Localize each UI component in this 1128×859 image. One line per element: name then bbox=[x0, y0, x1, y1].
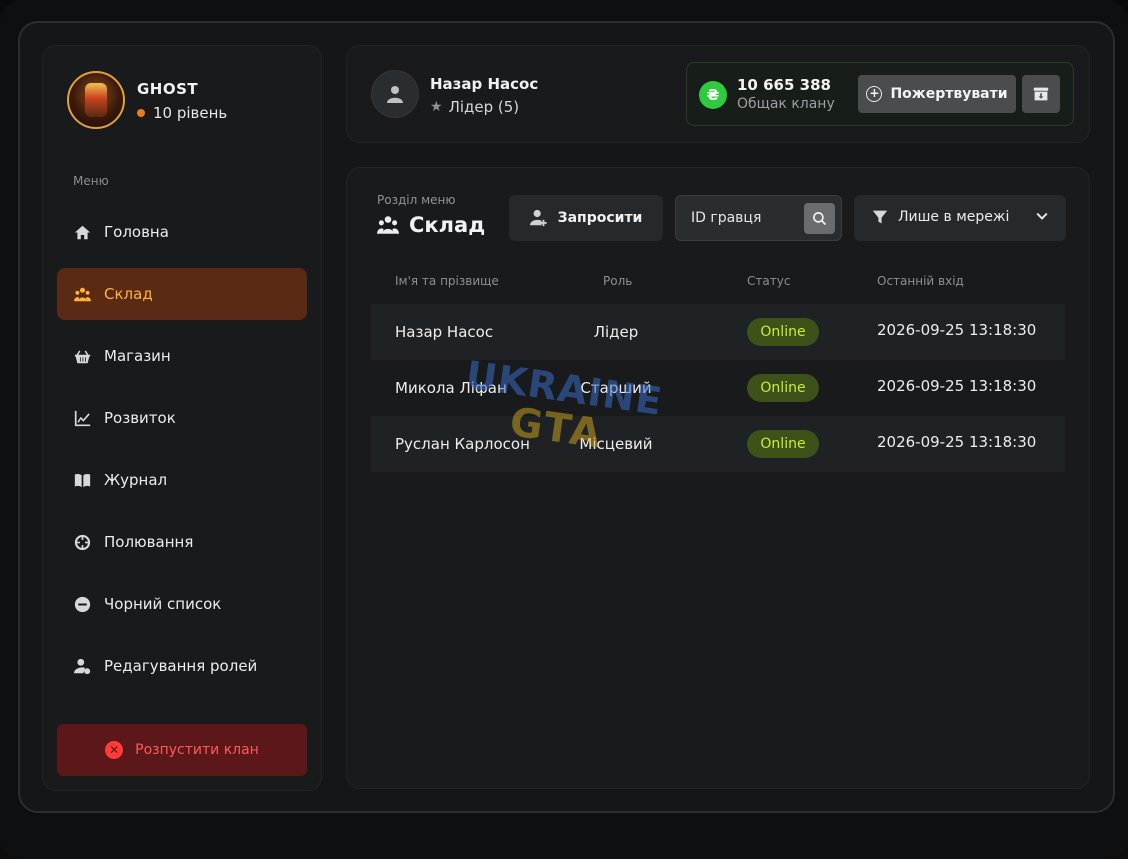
sidebar-item-label: Чорний список bbox=[104, 595, 222, 613]
search-button[interactable] bbox=[804, 203, 835, 234]
table-row[interactable]: Назар Насос Лідер Online 2026-09-25 13:1… bbox=[371, 304, 1065, 360]
sidebar: GHOST 10 рівень Меню Головна Склад Магаз… bbox=[42, 45, 322, 791]
status-badge: Online bbox=[747, 430, 819, 458]
table-row[interactable]: Руслан Карлосон Місцевий Online 2026-09-… bbox=[371, 416, 1065, 472]
member-last-login: 2026-09-25 13:18:30 bbox=[877, 377, 1037, 395]
archive-button[interactable] bbox=[1022, 75, 1060, 113]
user-role: ★ Лідер (5) bbox=[430, 98, 519, 116]
users-icon bbox=[377, 216, 399, 234]
basket-icon bbox=[73, 347, 91, 365]
member-role: Місцевий bbox=[579, 435, 653, 453]
bank-amount: 10 665 388 bbox=[737, 76, 831, 94]
search-input[interactable] bbox=[676, 196, 800, 240]
crosshair-icon bbox=[73, 533, 91, 551]
sidebar-item-label: Редагування ролей bbox=[104, 657, 258, 675]
search-icon bbox=[813, 212, 827, 226]
archive-icon bbox=[1033, 87, 1049, 101]
status-badge: Online bbox=[747, 318, 819, 346]
menu-caption: Меню bbox=[73, 174, 109, 188]
disband-clan-button[interactable]: ✕ Розпустити клан bbox=[57, 724, 307, 776]
home-icon bbox=[73, 223, 91, 241]
clan-bank: ₴ 10 665 388 Общак клану + Пожертвувати bbox=[686, 62, 1074, 126]
sidebar-item-roles[interactable]: Редагування ролей bbox=[57, 640, 307, 692]
chart-line-icon bbox=[73, 409, 91, 427]
chevron-down-icon bbox=[1034, 208, 1050, 224]
user-avatar bbox=[371, 70, 419, 118]
user-name: Назар Насос bbox=[430, 75, 539, 93]
member-name: Руслан Карлосон bbox=[395, 435, 530, 453]
users-icon bbox=[73, 285, 91, 303]
user-role-text: Лідер (5) bbox=[448, 98, 520, 116]
donate-button[interactable]: + Пожертвувати bbox=[858, 75, 1016, 113]
sidebar-item-hunting[interactable]: Полювання bbox=[57, 516, 307, 568]
bank-label: Общак клану bbox=[737, 96, 835, 112]
column-status: Статус bbox=[747, 274, 791, 288]
close-circle-icon: ✕ bbox=[105, 741, 124, 759]
sidebar-item-blacklist[interactable]: Чорний список bbox=[57, 578, 307, 630]
clan-level: 10 рівень bbox=[137, 104, 227, 122]
plus-circle-icon: + bbox=[866, 86, 883, 102]
sidebar-item-label: Головна bbox=[104, 223, 169, 241]
member-role: Старший bbox=[580, 379, 652, 397]
sidebar-item-label: Склад bbox=[104, 285, 153, 303]
member-last-login: 2026-09-25 13:18:30 bbox=[877, 321, 1037, 339]
member-name: Микола Ліфан bbox=[395, 379, 507, 397]
member-name: Назар Насос bbox=[395, 323, 494, 341]
invite-label: Запросити bbox=[557, 210, 643, 226]
member-role: Лідер bbox=[593, 323, 639, 341]
header-bar: Назар Насос ★ Лідер (5) ₴ 10 665 388 Общ… bbox=[346, 45, 1090, 143]
sidebar-nav: Головна Склад Магазин Розвиток Журнал По… bbox=[57, 206, 307, 702]
sidebar-item-members[interactable]: Склад bbox=[57, 268, 307, 320]
sidebar-item-label: Розвиток bbox=[104, 409, 176, 427]
user-plus-icon bbox=[529, 209, 547, 227]
user-gear-icon bbox=[73, 657, 91, 675]
clan-name: GHOST bbox=[137, 80, 199, 98]
members-table: Ім'я та прізвище Роль Статус Останній вх… bbox=[371, 266, 1065, 472]
column-last-login: Останній вхід bbox=[877, 274, 964, 288]
sidebar-item-journal[interactable]: Журнал bbox=[57, 454, 307, 506]
table-header: Ім'я та прізвище Роль Статус Останній вх… bbox=[371, 266, 1065, 304]
page-title: Склад bbox=[377, 213, 485, 237]
donate-label: Пожертвувати bbox=[890, 86, 1008, 102]
hryvnia-coin-icon: ₴ bbox=[699, 81, 727, 109]
user-icon bbox=[387, 86, 403, 103]
column-name: Ім'я та прізвище bbox=[395, 274, 499, 288]
sidebar-item-development[interactable]: Розвиток bbox=[57, 392, 307, 444]
clan-emblem-icon bbox=[85, 83, 107, 117]
section-caption: Розділ меню bbox=[377, 193, 456, 207]
minus-circle-icon bbox=[73, 595, 91, 613]
filter-icon bbox=[872, 209, 888, 225]
book-icon bbox=[73, 471, 91, 489]
level-dot-icon bbox=[137, 109, 145, 117]
page-title-text: Склад bbox=[409, 213, 486, 237]
column-role: Роль bbox=[603, 274, 633, 288]
sidebar-item-label: Магазин bbox=[104, 347, 171, 365]
star-icon: ★ bbox=[430, 99, 443, 115]
online-filter-dropdown[interactable]: Лише в мережі bbox=[854, 195, 1066, 241]
sidebar-item-shop[interactable]: Магазин bbox=[57, 330, 307, 382]
disband-clan-label: Розпустити клан bbox=[135, 742, 259, 758]
player-search bbox=[675, 195, 842, 241]
clan-level-text: 10 рівень bbox=[153, 104, 228, 122]
sidebar-item-label: Полювання bbox=[104, 533, 194, 551]
status-badge: Online bbox=[747, 374, 819, 402]
clan-avatar bbox=[67, 71, 125, 129]
sidebar-item-label: Журнал bbox=[104, 471, 168, 489]
filter-label: Лише в мережі bbox=[898, 209, 1010, 225]
table-row[interactable]: Микола Ліфан Старший Online 2026-09-25 1… bbox=[371, 360, 1065, 416]
invite-button[interactable]: Запросити bbox=[509, 195, 663, 241]
member-last-login: 2026-09-25 13:18:30 bbox=[877, 433, 1037, 451]
sidebar-item-home[interactable]: Головна bbox=[57, 206, 307, 258]
members-section: Розділ меню Склад Запросити Лише в мереж… bbox=[346, 167, 1090, 789]
